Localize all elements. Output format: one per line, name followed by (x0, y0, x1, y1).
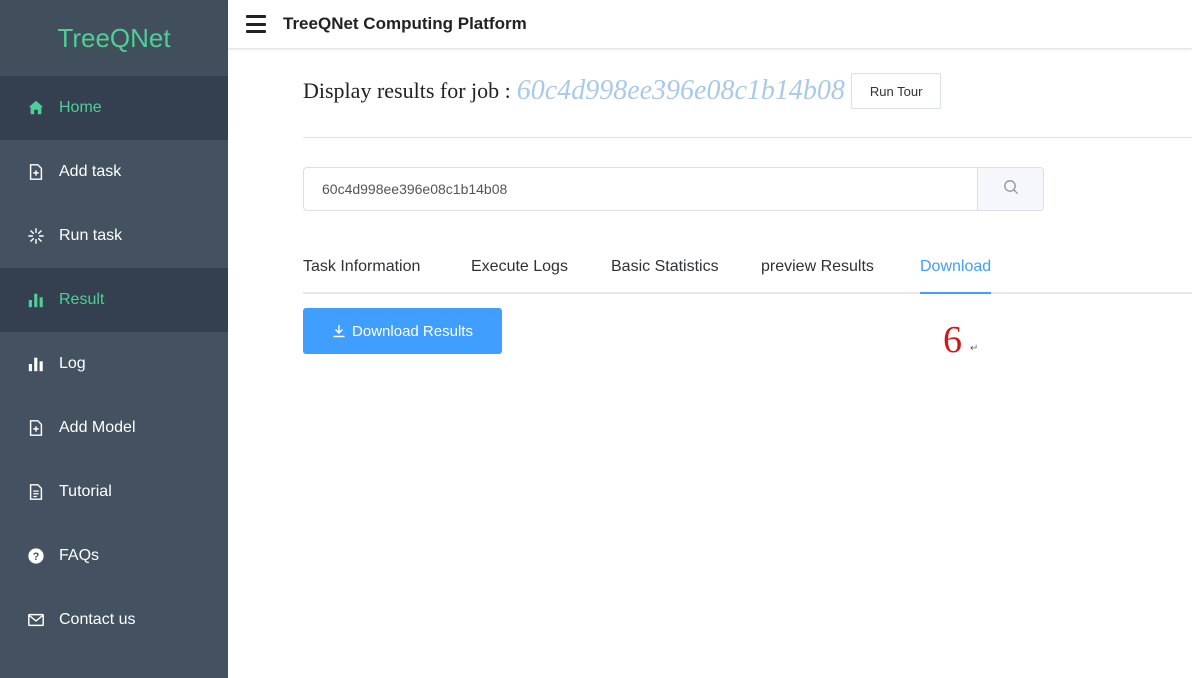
tab-execute-logs[interactable]: Execute Logs (471, 258, 568, 292)
job-search (303, 167, 1044, 211)
job-heading: Display results for job : 60c4d998ee396e… (303, 73, 942, 109)
sidebar-item-label: FAQs (59, 547, 100, 564)
download-icon (333, 325, 345, 338)
run-tour-button[interactable]: Run Tour (850, 73, 942, 109)
tab-basic-statistics[interactable]: Basic Statistics (611, 258, 719, 292)
result-tabs: Task Information Execute Logs Basic Stat… (303, 258, 1192, 294)
sidebar-item-label: Result (59, 291, 105, 308)
tab-download[interactable]: Download (920, 258, 992, 294)
job-search-input[interactable] (304, 168, 977, 210)
file-plus-icon (26, 418, 46, 438)
home-icon (26, 98, 46, 118)
step-marker: 6 (943, 319, 962, 361)
svg-text:?: ? (33, 551, 40, 563)
mail-icon (26, 610, 46, 630)
sidebar-item-label: Run task (59, 227, 123, 244)
sidebar-item-label: Add task (59, 163, 122, 180)
question-icon: ? (26, 546, 46, 566)
loading-icon (26, 226, 46, 246)
sidebar-nav: Home Add task Run task Result Log Add Mo… (0, 76, 228, 652)
sidebar-item-tutorial[interactable]: Tutorial (0, 460, 228, 524)
menu-toggle-icon[interactable] (246, 15, 266, 33)
sidebar: TreeQNet Home Add task Run task Result L… (0, 0, 228, 678)
file-plus-icon (26, 162, 46, 182)
tab-preview-results[interactable]: preview Results (761, 258, 874, 292)
job-label: Display results for job : (303, 78, 511, 103)
return-mark: ↵ (970, 343, 979, 354)
app-title: TreeQNet Computing Platform (283, 14, 527, 33)
sidebar-item-home[interactable]: Home (0, 76, 228, 140)
document-icon (26, 482, 46, 502)
brand-logo[interactable]: TreeQNet (0, 0, 228, 76)
sidebar-item-label: Contact us (59, 611, 136, 628)
download-results-button[interactable]: Download Results (303, 308, 502, 354)
download-results-label: Download Results (352, 322, 473, 340)
sidebar-item-contact[interactable]: Contact us (0, 588, 228, 652)
bar-chart-icon (26, 354, 46, 374)
sidebar-item-run-task[interactable]: Run task (0, 204, 228, 268)
sidebar-item-faqs[interactable]: ? FAQs (0, 524, 228, 588)
job-id: 60c4d998ee396e08c1b14b08 (516, 75, 845, 106)
sidebar-item-label: Tutorial (59, 483, 112, 500)
tab-task-information[interactable]: Task Information (303, 258, 420, 292)
top-header: TreeQNet Computing Platform (228, 0, 1192, 49)
sidebar-item-label: Home (59, 99, 102, 116)
sidebar-item-log[interactable]: Log (0, 332, 228, 396)
sidebar-item-add-model[interactable]: Add Model (0, 396, 228, 460)
bar-chart-icon (26, 290, 46, 310)
search-icon (1003, 179, 1019, 200)
sidebar-item-label: Log (59, 355, 86, 372)
sidebar-item-result[interactable]: Result (0, 268, 228, 332)
sidebar-item-label: Add Model (59, 419, 136, 436)
divider (303, 137, 1192, 138)
search-button[interactable] (977, 168, 1043, 210)
sidebar-item-add-task[interactable]: Add task (0, 140, 228, 204)
